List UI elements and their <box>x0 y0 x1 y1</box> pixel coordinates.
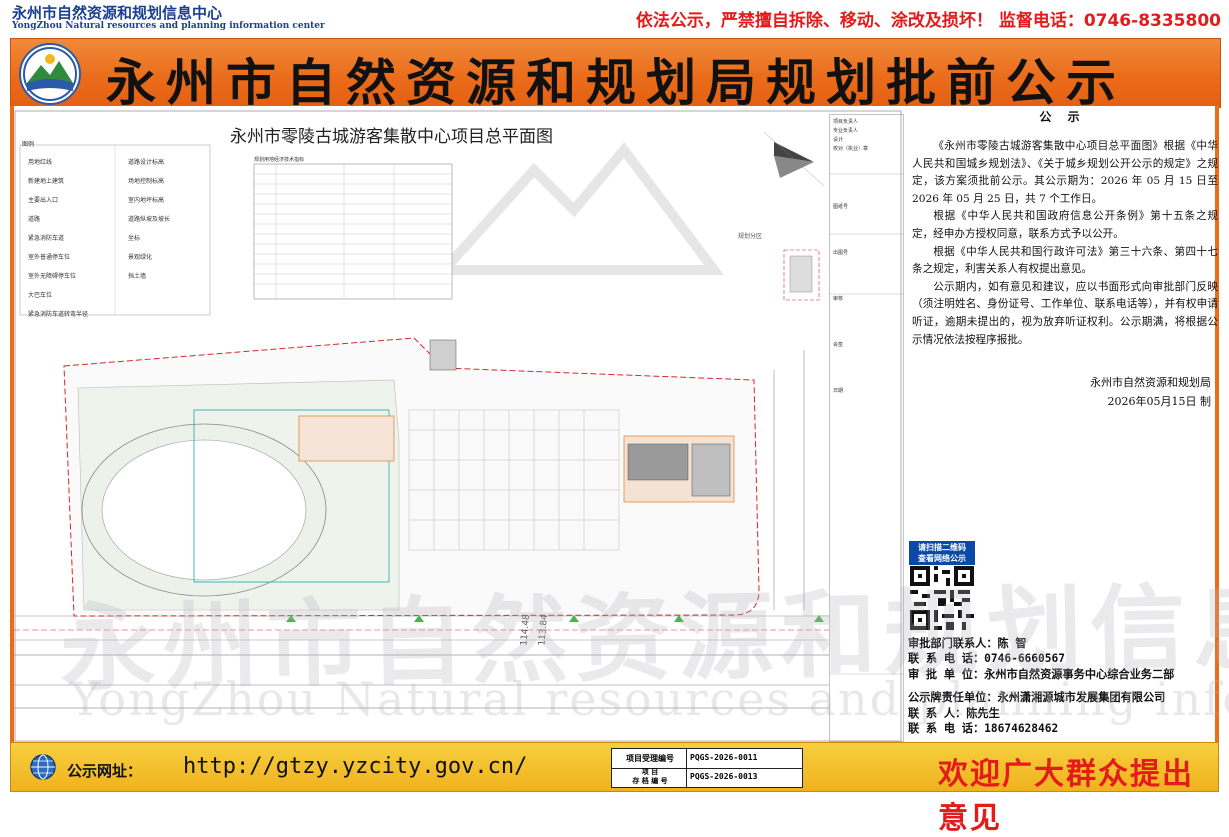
legend-item: 紧急消防车道 <box>28 235 65 242</box>
notice-signature-org: 永州市自然资源和规划局 <box>1090 376 1211 389</box>
titleblock-row: 会签 <box>833 342 844 348</box>
legend-item: 新建地上建筑 <box>28 178 65 185</box>
emblem-icon <box>19 43 81 105</box>
code-value: PQGS-2026-0011 <box>690 753 758 762</box>
code-label: 存 档 编 号 <box>632 777 668 785</box>
qr-caption-line: 请扫描二维码 <box>918 543 966 552</box>
website-label: 公示网址： <box>67 762 143 780</box>
notice-body: 《永州市零陵古城游客集散中心项目总平面图》根据《中华人民共和国城乡规划法》、《关… <box>912 138 1218 349</box>
titleblock-row: 项目负责人 <box>833 119 859 125</box>
titleblock-row: 图纸号 <box>833 204 849 210</box>
legend-item: 室外无障碍停车位 <box>28 273 77 280</box>
legend-item: 坐标 <box>128 235 141 242</box>
notice-heading: 公 示 <box>1039 110 1086 124</box>
code-label: 项目受理编号 <box>626 754 674 763</box>
titleblock-row: 校对（执业）章 <box>833 146 869 152</box>
website-url-link[interactable]: http://gtzy.yzcity.gov.cn/ <box>183 754 527 779</box>
legend-item: 室内地坪标高 <box>128 197 165 204</box>
legend-item: 道路纵坡及坡长 <box>128 216 171 223</box>
legend-item: 道路设计标高 <box>128 159 165 166</box>
legend-item: 道路 <box>28 216 41 223</box>
org-name-en: YongZhou Natural resources and planning … <box>12 21 325 31</box>
top-strip: 永州市自然资源和规划信息中心 YongZhou Natural resource… <box>0 0 1229 38</box>
banner: 永州市自然资源和规划局规划批前公示 <box>10 38 1221 112</box>
notice-panel: 公 示 《永州市零陵古城游客集散中心项目总平面图》根据《中华人民共和国城乡规划法… <box>906 108 1219 548</box>
titleblock-row: 审核 <box>833 296 844 302</box>
notice-paragraph: 根据《中华人民共和国行政许可法》第三十六条、第四十七条之规定，利害关系人有权提出… <box>912 245 1218 276</box>
legend: 用地红线 新建地上建筑 主要出入口 道路 紧急消防车道 室外普通停车位 室外无障… <box>20 139 210 318</box>
code-label: 项 目 <box>641 768 659 776</box>
notice-signature-date: 2026年05月15日 制 <box>1107 395 1212 408</box>
notice-paragraph: 公示期内，如有意见和建议，应以书面形式向审批部门反映（须注明姓名、身份证号、工作… <box>912 280 1218 346</box>
legend-item: 室外普通停车位 <box>28 254 71 261</box>
legend-item: 景观绿化 <box>128 254 153 261</box>
stats-table-title: 规划用地经济技术指标 <box>254 157 305 163</box>
code-value: PQGS-2026-0013 <box>690 772 758 781</box>
titleblock-row: 专业负责人 <box>833 128 859 134</box>
project-code-box: 项目受理编号 PQGS-2026-0011 项 目 存 档 编 号 PQGS-2… <box>611 748 803 788</box>
legend-item: 主要出入口 <box>28 197 59 204</box>
legend-item: 紧急消防车道转弯半径 <box>28 311 89 318</box>
watermark-en: YongZhou Natural resources and planning … <box>70 672 1229 726</box>
titleblock-row: 出图号 <box>833 250 849 256</box>
drawing-title: 永州市零陵古城游客集散中心项目总平面图 <box>230 127 553 147</box>
notice-paragraph: 《永州市零陵古城游客集散中心项目总平面图》根据《中华人民共和国城乡规划法》、《关… <box>912 140 1218 205</box>
titleblock-row: 设计 <box>833 137 844 143</box>
notice-paragraph: 根据《中华人民共和国政府信息公开条例》第十五条之规定，经申办方授权同意，联系方式… <box>912 210 1218 240</box>
zoning-label: 规划分区 <box>738 233 763 240</box>
banner-title: 永州市自然资源和规划局规划批前公示 <box>106 53 1126 112</box>
supervision-warning: 依法公示，严禁擅自拆除、移动、涂改及损坏！ 监督电话：0746-8335800 <box>635 11 1221 31</box>
legend-item: 大巴车位 <box>28 292 53 299</box>
org-name-cn: 永州市自然资源和规划信息中心 <box>12 4 223 22</box>
footer-bar: 公示网址： http://gtzy.yzcity.gov.cn/ 项目受理编号 … <box>10 742 1219 836</box>
legend-item: 场地控制标高 <box>128 178 165 185</box>
titleblock-row: 日期 <box>833 388 844 394</box>
legend-item: 用地红线 <box>28 159 53 166</box>
welcome-slogan: 欢迎广大群众提出意见 <box>938 757 1194 836</box>
legend-item: 挡土墙 <box>128 273 147 280</box>
globe-icon <box>29 753 57 781</box>
